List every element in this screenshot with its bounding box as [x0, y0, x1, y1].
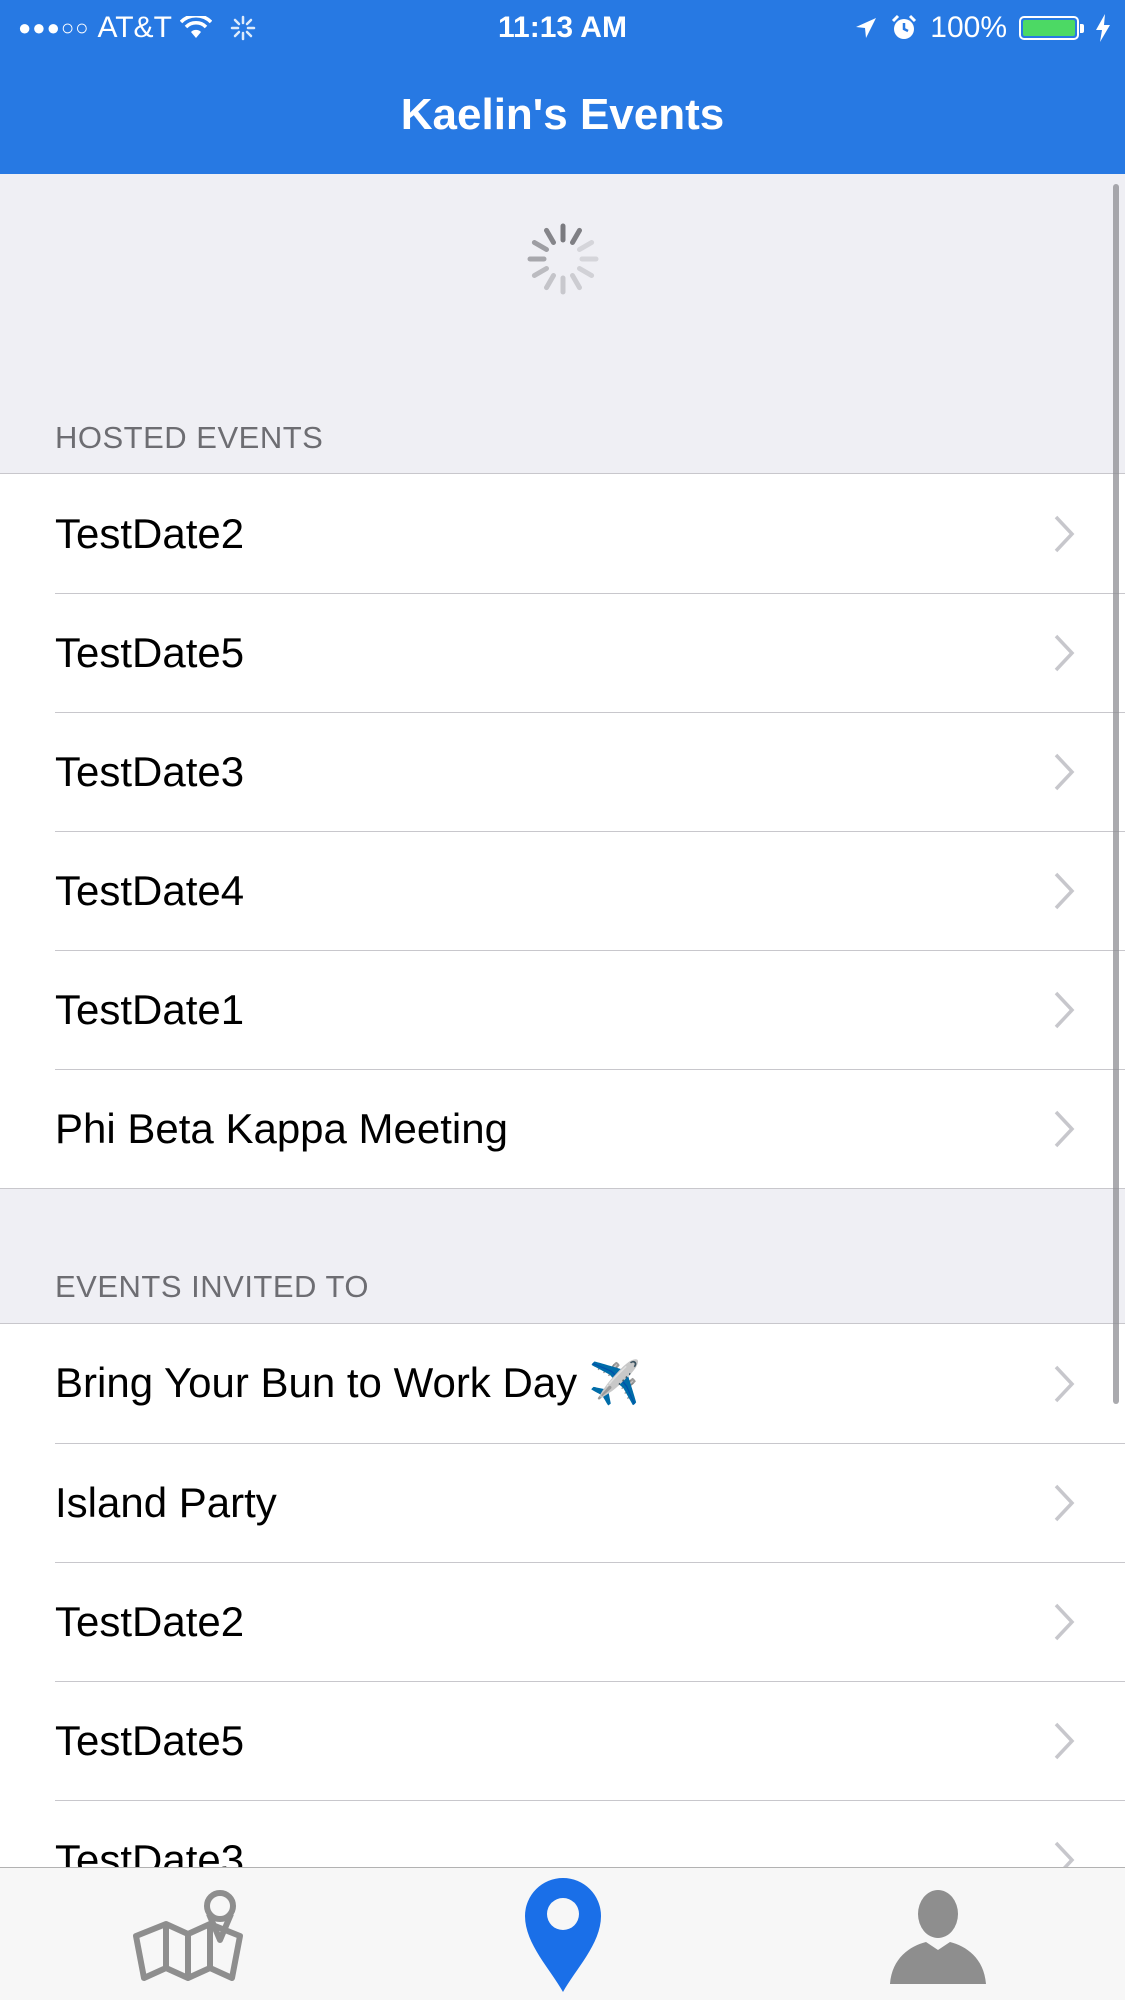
list-item[interactable]: TestDate5 — [0, 593, 1125, 712]
map-icon — [132, 1890, 243, 1981]
battery-fill — [1023, 20, 1075, 36]
list-item[interactable]: Island Party — [0, 1443, 1125, 1562]
hosted-events-group: TestDate2 TestDate5 TestDate3 TestDate4 … — [0, 473, 1125, 1189]
chevron-right-icon — [1054, 515, 1075, 552]
list-item-label: TestDate4 — [55, 866, 245, 914]
tab-bar — [0, 1867, 1125, 2000]
location-pin-icon — [524, 1878, 601, 1992]
profile-icon — [889, 1890, 986, 1984]
scroll-indicator[interactable] — [1113, 184, 1119, 1404]
list-item[interactable]: TestDate1 — [0, 950, 1125, 1069]
chevron-right-icon — [1054, 1110, 1075, 1147]
chevron-right-icon — [1054, 872, 1075, 909]
section-header-invited: EVENTS INVITED TO — [55, 1269, 369, 1304]
alarm-clock-icon — [892, 14, 917, 39]
list-item-label: TestDate1 — [55, 985, 245, 1033]
chevron-right-icon — [1054, 1365, 1075, 1402]
list-item-label: TestDate5 — [55, 1716, 245, 1764]
tab-map[interactable] — [0, 1868, 375, 2000]
list-item-label: TestDate5 — [55, 628, 245, 676]
list-item-label: TestDate3 — [55, 747, 245, 795]
tab-profile[interactable] — [750, 1868, 1125, 2000]
list-item-label: TestDate3 — [55, 1835, 245, 1868]
list-item[interactable]: TestDate4 — [0, 831, 1125, 950]
chevron-right-icon — [1054, 1722, 1075, 1759]
list-item-label: Phi Beta Kappa Meeting — [55, 1104, 508, 1152]
app-header: ●●●○○ AT&T 11:13 AM 100% Kaelin's Events — [0, 0, 1125, 174]
status-bar: ●●●○○ AT&T 11:13 AM 100% — [0, 0, 1125, 56]
events-list-scroll[interactable]: HOSTED EVENTS TestDate2 TestDate5 TestDa… — [0, 174, 1125, 1867]
chevron-right-icon — [1054, 1603, 1075, 1640]
list-item[interactable]: TestDate5 — [0, 1681, 1125, 1800]
chevron-right-icon — [1054, 753, 1075, 790]
list-item[interactable]: Bring Your Bun to Work Day ✈️ — [0, 1324, 1125, 1443]
list-item-label: TestDate2 — [55, 509, 245, 557]
battery-percent: 100% — [930, 11, 1007, 44]
list-item[interactable]: Phi Beta Kappa Meeting — [0, 1069, 1125, 1188]
battery-icon — [1019, 16, 1084, 40]
tab-events[interactable] — [375, 1868, 750, 2000]
list-item-label: Island Party — [55, 1478, 277, 1526]
list-item-label: TestDate2 — [55, 1597, 245, 1645]
chevron-right-icon — [1054, 634, 1075, 671]
chevron-right-icon — [1054, 1484, 1075, 1521]
invited-events-group: Bring Your Bun to Work Day ✈️ Island Par… — [0, 1323, 1125, 1867]
location-arrow-icon — [856, 18, 877, 38]
list-item-label: Bring Your Bun to Work Day ✈️ — [55, 1359, 642, 1406]
chevron-right-icon — [1054, 991, 1075, 1028]
list-item[interactable]: TestDate3 — [0, 1800, 1125, 1867]
list-item[interactable]: TestDate2 — [0, 1562, 1125, 1681]
chevron-right-icon — [1054, 1841, 1075, 1867]
page-title: Kaelin's Events — [400, 90, 725, 139]
charging-bolt-icon — [1096, 14, 1110, 42]
section-header-hosted: HOSTED EVENTS — [55, 420, 324, 455]
loading-spinner-icon — [527, 223, 599, 295]
list-item[interactable]: TestDate3 — [0, 712, 1125, 831]
list-item[interactable]: TestDate2 — [0, 474, 1125, 593]
